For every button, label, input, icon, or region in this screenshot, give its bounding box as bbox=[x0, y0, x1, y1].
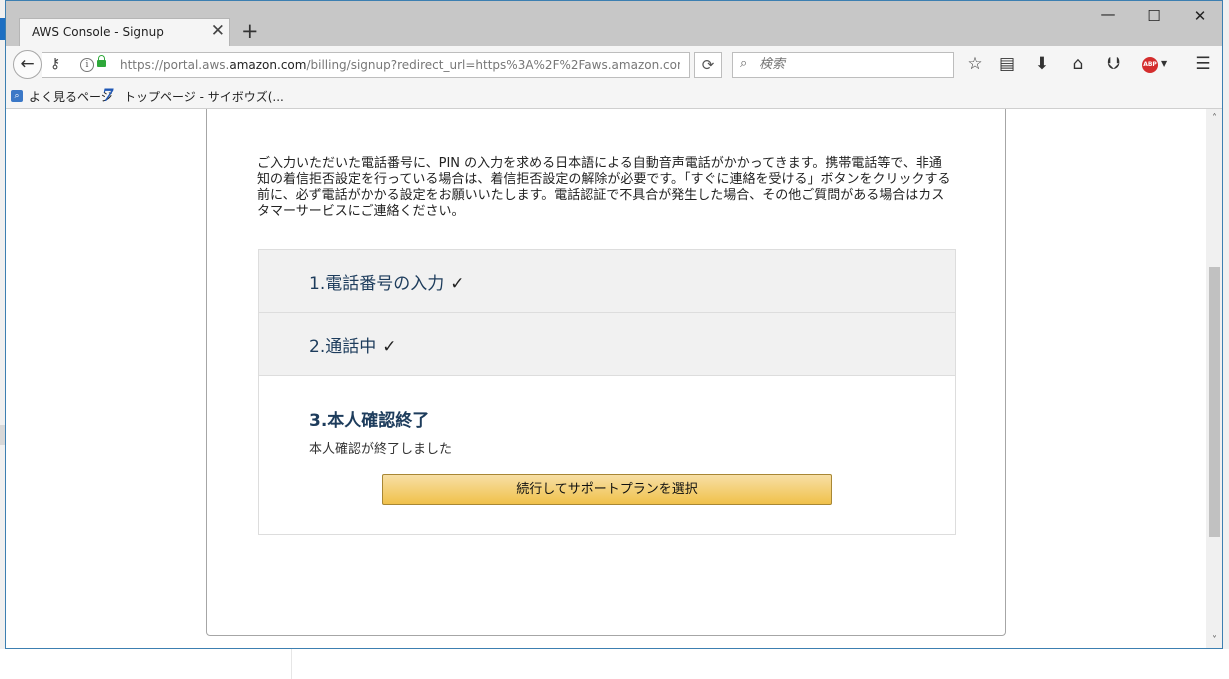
url-text[interactable]: https://portal.aws.amazon.com/billing/si… bbox=[120, 58, 680, 72]
step-label: 1.電話番号の入力 ✓ bbox=[309, 274, 465, 294]
page-viewport: ご入力いただいた電話番号に、PIN の入力を求める日本語による自動音声電話がかか… bbox=[6, 109, 1205, 648]
reading-list-icon[interactable]: ▤ bbox=[996, 55, 1018, 73]
cybozu-icon: 7 bbox=[102, 86, 114, 106]
verification-steps: 1.電話番号の入力 ✓ 2.通話中 ✓ 3.本人確認終了 本人確認が終了しました 続… bbox=[258, 249, 956, 535]
signup-card: ご入力いただいた電話番号に、PIN の入力を求める日本語による自動音声電話がかか… bbox=[206, 109, 1006, 636]
pocket-icon[interactable]: ⮋ bbox=[1103, 55, 1125, 73]
step-label: 2.通話中 ✓ bbox=[309, 337, 397, 357]
browser-tab[interactable]: AWS Console - Signup ✕ bbox=[19, 18, 230, 46]
divider bbox=[291, 649, 292, 679]
step-verification-complete: 3.本人確認終了 本人確認が終了しました 続行してサポートプランを選択 bbox=[259, 376, 955, 536]
key-icon[interactable]: ⚷ bbox=[50, 56, 60, 72]
maximize-icon[interactable]: ☐ bbox=[1142, 7, 1166, 25]
search-bar[interactable]: ⌕ bbox=[732, 52, 954, 78]
step-description: 本人確認が終了しました bbox=[309, 442, 453, 457]
close-window-icon[interactable]: ✕ bbox=[1188, 7, 1212, 25]
step-calling: 2.通話中 ✓ bbox=[259, 313, 955, 376]
bookmarks-bar: ⌕ よく見るページ 7 トップページ - サイボウズ(... bbox=[6, 85, 1222, 109]
browser-window: AWS Console - Signup ✕ + — ☐ ✕ ← ⚷ i htt… bbox=[5, 0, 1223, 649]
step-title: 3.本人確認終了 bbox=[309, 411, 430, 431]
search-input[interactable] bbox=[757, 56, 951, 73]
info-icon[interactable]: i bbox=[80, 58, 94, 72]
tab-bar: AWS Console - Signup ✕ + — ☐ ✕ bbox=[6, 1, 1222, 46]
home-icon[interactable]: ⌂ bbox=[1067, 55, 1089, 73]
vertical-scrollbar[interactable]: ˄ ˅ bbox=[1206, 109, 1222, 648]
scroll-up-icon[interactable]: ˄ bbox=[1206, 113, 1222, 124]
tab-title: AWS Console - Signup bbox=[32, 25, 164, 39]
back-arrow-icon[interactable]: ← bbox=[13, 50, 42, 79]
star-icon[interactable]: ☆ bbox=[964, 55, 986, 73]
step-phone-number: 1.電話番号の入力 ✓ bbox=[259, 250, 955, 313]
minimize-icon[interactable]: — bbox=[1096, 5, 1120, 23]
check-icon: ✓ bbox=[382, 337, 397, 357]
desktop-background bbox=[0, 649, 1229, 679]
check-icon: ✓ bbox=[450, 274, 465, 294]
chevron-down-icon[interactable]: ▼ bbox=[1161, 59, 1167, 68]
continue-support-plan-button[interactable]: 続行してサポートプランを選択 bbox=[382, 474, 832, 505]
search-icon: ⌕ bbox=[740, 56, 748, 71]
scroll-down-icon[interactable]: ˅ bbox=[1206, 635, 1222, 646]
bookmark-folder-icon: ⌕ bbox=[11, 90, 23, 102]
intro-text: ご入力いただいた電話番号に、PIN の入力を求める日本語による自動音声電話がかか… bbox=[257, 156, 951, 219]
url-bar[interactable]: ⚷ i https://portal.aws.amazon.com/billin… bbox=[42, 52, 690, 78]
bookmark-item[interactable]: トップページ - サイボウズ(... bbox=[124, 88, 284, 105]
tab-close-icon[interactable]: ✕ bbox=[211, 22, 225, 40]
reload-icon[interactable]: ⟳ bbox=[694, 52, 722, 78]
navigation-toolbar: ← ⚷ i https://portal.aws.amazon.com/bill… bbox=[6, 46, 1222, 85]
new-tab-icon[interactable]: + bbox=[241, 20, 259, 42]
bookmark-item[interactable]: よく見るページ bbox=[29, 88, 113, 105]
download-icon[interactable]: ⬇ bbox=[1031, 55, 1053, 73]
lock-icon[interactable] bbox=[97, 55, 106, 67]
menu-icon[interactable]: ☰ bbox=[1192, 55, 1214, 73]
scroll-thumb[interactable] bbox=[1209, 267, 1220, 537]
adblock-icon[interactable]: ABP bbox=[1142, 57, 1158, 73]
